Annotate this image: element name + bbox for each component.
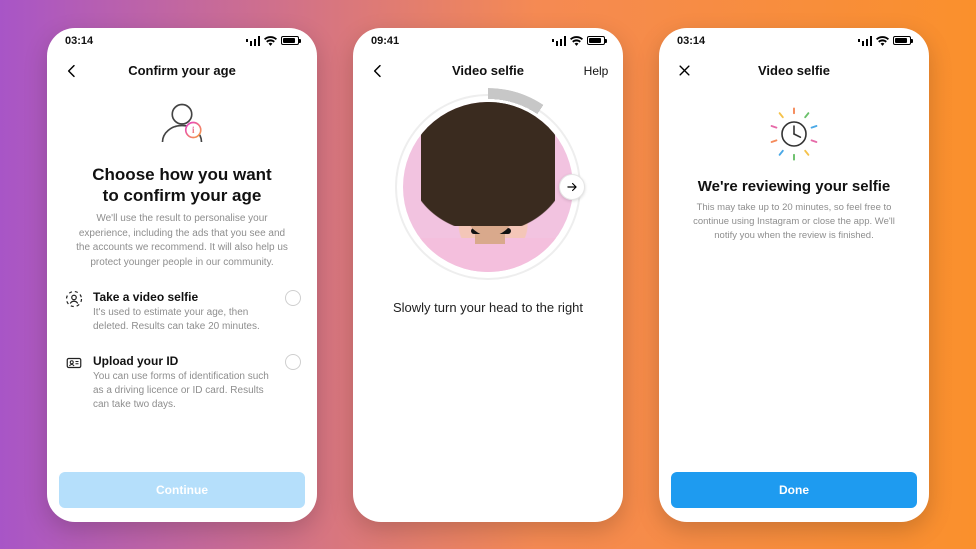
option-title: Take a video selfie	[93, 290, 277, 304]
nav-title: Video selfie	[758, 63, 830, 78]
page-subtext: This may take up to 20 minutes, so feel …	[691, 201, 897, 244]
nav-title: Video selfie	[452, 63, 524, 78]
wifi-icon	[264, 36, 277, 46]
done-button[interactable]: Done	[671, 472, 917, 508]
close-icon	[677, 63, 692, 78]
progress-ring	[395, 94, 581, 280]
phone-video-selfie-capture: 09:41 Video selfie Help	[353, 28, 623, 522]
status-bar: 03:14	[659, 28, 929, 54]
person-info-icon: i	[152, 94, 212, 154]
option-desc: You can use forms of identification such…	[93, 370, 277, 412]
back-button[interactable]	[57, 56, 87, 86]
chevron-left-icon	[370, 63, 386, 79]
hero-icon: i	[63, 88, 301, 154]
option-title: Upload your ID	[93, 354, 277, 368]
selfie-capture	[367, 88, 609, 280]
radio-unchecked[interactable]	[285, 354, 301, 370]
signal-icon	[246, 36, 260, 46]
page-heading: We're reviewing your selfie	[685, 178, 903, 195]
phone-reviewing-selfie: 03:14 Video selfie	[659, 28, 929, 522]
nav-title: Confirm your age	[128, 63, 236, 78]
signal-icon	[858, 36, 872, 46]
phone-confirm-age: 03:14 Confirm your age i	[47, 28, 317, 522]
signal-icon	[552, 36, 566, 46]
status-time: 03:14	[65, 35, 93, 47]
selfie-preview	[403, 102, 573, 272]
id-card-icon	[65, 354, 83, 372]
nav-bar: Video selfie	[659, 54, 929, 88]
status-icons	[552, 36, 605, 46]
selfie-icon	[65, 290, 83, 308]
instruction-text: Slowly turn your head to the right	[367, 300, 609, 315]
content: i Choose how you want to confirm your ag…	[47, 88, 317, 462]
status-icons	[858, 36, 911, 46]
page-heading: Choose how you want to confirm your age	[83, 164, 281, 207]
close-button[interactable]	[669, 56, 699, 86]
battery-icon	[281, 36, 299, 45]
status-time: 03:14	[677, 35, 705, 47]
nav-bar: Confirm your age	[47, 54, 317, 88]
wifi-icon	[570, 36, 583, 46]
status-bar: 09:41	[353, 28, 623, 54]
battery-icon	[587, 36, 605, 45]
back-button[interactable]	[363, 56, 393, 86]
continue-button[interactable]: Continue	[59, 472, 305, 508]
battery-icon	[893, 36, 911, 45]
footer: Continue	[47, 462, 317, 522]
hero-icon	[675, 88, 913, 170]
nav-bar: Video selfie Help	[353, 54, 623, 88]
help-link[interactable]: Help	[581, 56, 611, 86]
status-time: 09:41	[371, 35, 399, 47]
turn-right-indicator	[559, 174, 585, 200]
option-desc: It's used to estimate your age, then del…	[93, 306, 277, 334]
page-subtext: We'll use the result to personalise your…	[71, 212, 293, 270]
option-video-selfie[interactable]: Take a video selfie It's used to estimat…	[63, 284, 301, 340]
wifi-icon	[876, 36, 889, 46]
arrow-right-icon	[565, 180, 579, 194]
content: We're reviewing your selfie This may tak…	[659, 88, 929, 462]
chevron-left-icon	[64, 63, 80, 79]
clock-loading-icon	[762, 102, 826, 166]
status-icons	[246, 36, 299, 46]
footer: Done	[659, 462, 929, 522]
radio-unchecked[interactable]	[285, 290, 301, 306]
option-upload-id[interactable]: Upload your ID You can use forms of iden…	[63, 348, 301, 418]
status-bar: 03:14	[47, 28, 317, 54]
content: Slowly turn your head to the right	[353, 88, 623, 522]
